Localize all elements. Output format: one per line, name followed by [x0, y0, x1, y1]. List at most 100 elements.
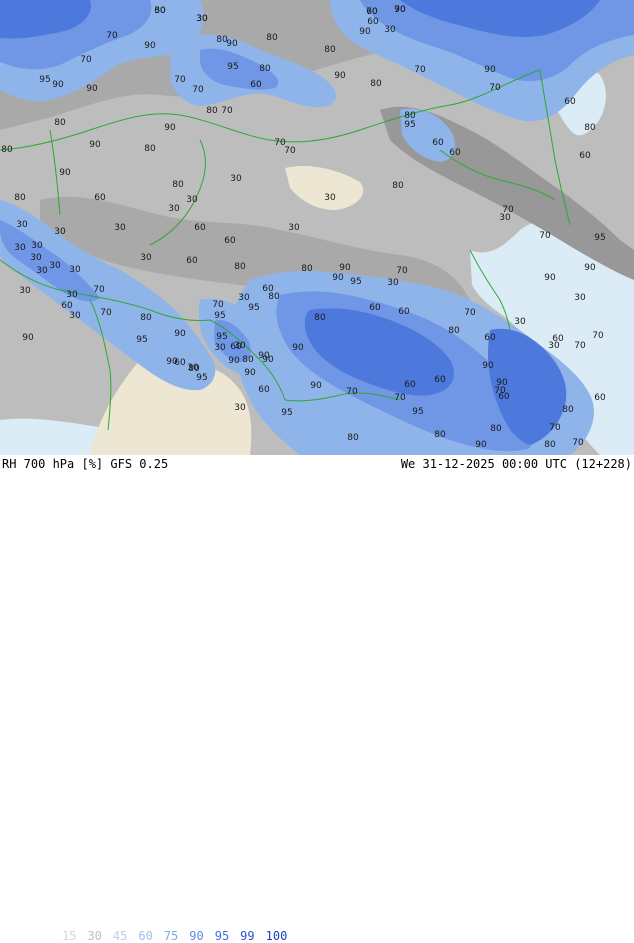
contour-label: 90 [584, 263, 596, 273]
contour-label: 80 [392, 181, 404, 191]
contour-label: 80 [544, 440, 556, 450]
contour-label: 80 [314, 313, 326, 323]
contour-label: 60 [369, 303, 381, 313]
contour-label: 70 [221, 106, 233, 116]
contour-label: 90 [244, 368, 256, 378]
contour-label: 60 [594, 393, 606, 403]
contour-label: 80 [347, 433, 359, 443]
contour-label: 95 [216, 332, 227, 342]
contour-label: 60 [174, 358, 186, 368]
contour-label: 30 [168, 204, 180, 214]
contour-label: 80 [259, 64, 271, 74]
legend-item: 90 [189, 929, 204, 943]
contour-label: 30 [14, 243, 26, 253]
contour-label: 30 [499, 213, 511, 223]
contour-label: 95 [404, 120, 415, 130]
contour-label: 80 [234, 262, 246, 272]
contour-label: 60 [449, 148, 461, 158]
contour-label: 95 [412, 407, 423, 417]
contour-label: 30 [214, 343, 226, 353]
contour-label: 90 [484, 65, 496, 75]
contour-label: 30 [69, 265, 81, 275]
weather-map[interactable]: 60 30 60 90 60 70 90 80 70 90 80 30 90 80 95 90 90 70 95 80… [0, 0, 634, 455]
contour-label: 60 [498, 392, 510, 402]
contour-label: 70 [549, 423, 561, 433]
legend-item: 30 [87, 929, 102, 943]
contour-label: 70 [212, 300, 224, 310]
contour-label: 70 [174, 75, 186, 85]
contour-label: 70 [284, 146, 296, 156]
contour-label: 70 [80, 55, 92, 65]
contour-label: 70 [539, 231, 551, 241]
contour-label: 30 [31, 241, 43, 251]
contour-label: 30 [154, 6, 166, 16]
contour-label: 80 [562, 405, 574, 415]
contour-label: 95 [594, 233, 605, 243]
contour-label: 95 [196, 373, 207, 383]
contour-label: 80 [54, 118, 66, 128]
contour-label: 95 [227, 62, 238, 72]
contour-label: 70 [366, 7, 378, 17]
contour-label: 30 [234, 341, 246, 351]
contour-label: 80 [172, 180, 184, 190]
contour-label: 70 [396, 266, 408, 276]
contour-label: 30 [238, 293, 250, 303]
contour-label: 30 [514, 317, 526, 327]
contour-label: 90 [22, 333, 34, 343]
contour-label: 95 [248, 303, 259, 313]
contour-label: 90 [482, 361, 494, 371]
contour-label: 90 [89, 140, 101, 150]
contour-label: 30 [324, 193, 336, 203]
contour-label: 90 [228, 356, 240, 366]
contour-label: 60 [564, 97, 576, 107]
contour-label: 90 [226, 39, 238, 49]
contour-label: 60 [484, 333, 496, 343]
contour-label: 90 [59, 168, 71, 178]
contour-label: 30 [140, 253, 152, 263]
map-footer: RH 700 hPa [%] GFS 0.25 We 31-12-2025 00… [0, 455, 634, 943]
contour-label: 70 [106, 31, 118, 41]
contour-label: 60 [432, 138, 444, 148]
contour-label: 30 [30, 253, 42, 263]
contour-label: 70 [574, 341, 586, 351]
contour-label: 90 [262, 355, 274, 365]
contour-label: 60 [579, 151, 591, 161]
contour-label: 70 [464, 308, 476, 318]
contour-label: 30 [187, 363, 199, 373]
contour-label: 80 [370, 79, 382, 89]
contour-label: 80 [206, 106, 218, 116]
contour-label: 90 [359, 27, 371, 37]
contour-label: 60 [194, 223, 206, 233]
contour-label: 90 [475, 440, 487, 450]
contour-label: 60 [404, 380, 416, 390]
legend-item: 75 [163, 929, 179, 943]
contour-label: 30 [234, 403, 246, 413]
contour-label: 70 [394, 5, 406, 15]
contour-label: 80 [1, 145, 13, 155]
contour-label: 70 [394, 393, 406, 403]
contour-label: 90 [52, 80, 64, 90]
contour-label: 90 [86, 84, 98, 94]
contour-label: 30 [19, 286, 31, 296]
contour-label: 70 [592, 331, 604, 341]
contour-label: 30 [16, 220, 28, 230]
contour-label: 30 [54, 227, 66, 237]
legend-item: 60 [138, 929, 153, 943]
contour-label: 70 [346, 387, 358, 397]
contour-label: 60 [224, 236, 236, 246]
contour-label: 30 [196, 14, 208, 24]
contour-label: 80 [448, 326, 460, 336]
contour-label: 90 [339, 263, 351, 273]
legend-item: 95 [214, 929, 230, 943]
contour-label: 80 [268, 292, 280, 302]
contour-label: 60 [250, 80, 262, 90]
contour-label: 60 [258, 385, 270, 395]
contour-label: 90 [164, 123, 176, 133]
contour-label: 95 [350, 277, 361, 287]
contour-label: 90 [310, 381, 322, 391]
contour-label: 30 [574, 293, 586, 303]
contour-label: 80 [14, 193, 26, 203]
contour-label: 60 [94, 193, 106, 203]
map-canvas: 603060 906070908070908030908095 90 90 7095 80… [0, 0, 634, 455]
contour-label: 80 [324, 45, 336, 55]
